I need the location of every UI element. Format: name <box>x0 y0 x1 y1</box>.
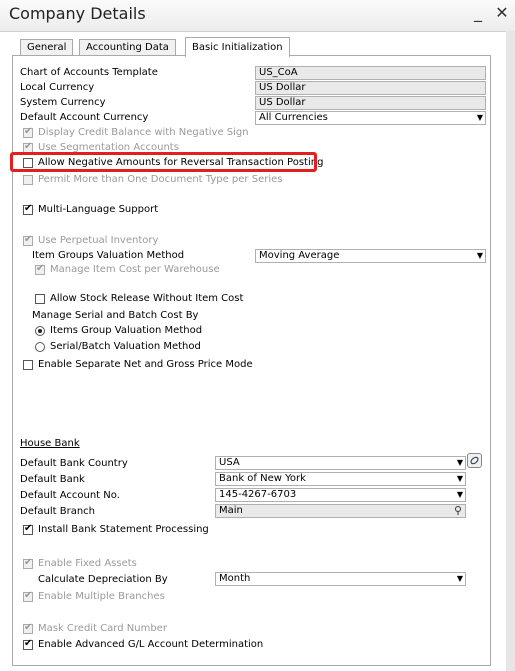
install-bank-statement-checkbox[interactable]: ✔ <box>23 523 33 535</box>
perpetual-inventory-label: Use Perpetual Inventory <box>38 235 159 246</box>
default-bank-select[interactable]: Bank of New York ▼ <box>215 472 466 486</box>
check-icon: ✔ <box>24 622 33 633</box>
highlight-box <box>10 152 317 172</box>
local-currency-label: Local Currency <box>20 82 95 93</box>
mask-credit-card-label: Mask Credit Card Number <box>38 623 167 634</box>
separate-net-gross-label: Enable Separate Net and Gross Price Mode <box>38 359 253 370</box>
window-edge <box>506 31 515 671</box>
depreciation-value: Month <box>219 573 251 584</box>
default-account-select[interactable]: 145-4267-6703 ▼ <box>215 488 466 502</box>
check-icon: ✔ <box>24 523 33 534</box>
chevron-down-icon[interactable]: ▼ <box>477 112 483 124</box>
manage-item-cost-checkbox: ✔ <box>35 263 45 275</box>
radio-items-group-label: Items Group Valuation Method <box>50 325 203 336</box>
perpetual-inventory-checkbox: ✔ <box>23 234 33 246</box>
system-currency-field: US Dollar <box>255 96 486 110</box>
manage-item-cost-label: Manage Item Cost per Warehouse <box>50 264 220 275</box>
check-icon: ✔ <box>24 203 33 214</box>
depreciation-select[interactable]: Month ▼ <box>215 572 466 586</box>
tab-accounting-data[interactable]: Accounting Data <box>79 39 176 56</box>
chevron-down-icon[interactable]: ▼ <box>457 489 463 501</box>
chart-of-accounts-label: Chart of Accounts Template <box>20 67 158 78</box>
search-icon[interactable] <box>454 505 462 520</box>
local-currency-field: US Dollar <box>255 81 486 95</box>
bank-country-select[interactable]: USA ▼ <box>215 456 466 470</box>
fixed-assets-label: Enable Fixed Assets <box>38 558 137 569</box>
serial-batch-label: Manage Serial and Batch Cost By <box>32 310 199 321</box>
default-account-currency-label: Default Account Currency <box>20 112 149 123</box>
chevron-down-icon[interactable]: ▼ <box>457 457 463 469</box>
display-credit-balance-checkbox: ✔ <box>23 126 33 138</box>
separate-net-gross-checkbox[interactable] <box>23 360 33 370</box>
close-icon[interactable]: ✕ <box>494 3 510 22</box>
item-groups-valuation-select[interactable]: Moving Average ▼ <box>255 249 486 263</box>
bank-country-label: Default Bank Country <box>20 458 128 469</box>
house-bank-header: House Bank <box>20 438 80 449</box>
minimize-icon[interactable]: _ <box>470 3 486 22</box>
permit-more-docs-checkbox <box>23 175 33 185</box>
tab-general[interactable]: General <box>20 39 74 56</box>
chevron-down-icon[interactable]: ▼ <box>457 473 463 485</box>
multiple-branches-checkbox: ✔ <box>23 590 33 602</box>
default-bank-value: Bank of New York <box>219 473 306 484</box>
bank-country-value: USA <box>219 457 240 468</box>
chart-of-accounts-field: US_CoA <box>255 66 486 80</box>
system-currency-label: System Currency <box>20 97 106 108</box>
default-account-value: 145-4267-6703 <box>219 489 297 500</box>
multiple-branches-label: Enable Multiple Branches <box>38 591 165 602</box>
default-bank-label: Default Bank <box>20 474 85 485</box>
advanced-gl-checkbox[interactable]: ✔ <box>23 638 33 650</box>
check-icon: ✔ <box>24 638 33 649</box>
default-account-label: Default Account No. <box>20 490 120 501</box>
default-account-currency-select[interactable]: All Currencies ▼ <box>255 111 486 125</box>
fixed-assets-checkbox: ✔ <box>23 557 33 569</box>
link-icon[interactable] <box>467 453 482 468</box>
install-bank-statement-label: Install Bank Statement Processing <box>38 524 209 535</box>
item-groups-valuation-value: Moving Average <box>259 250 340 261</box>
default-branch-label: Default Branch <box>20 506 95 517</box>
radio-items-group[interactable] <box>35 326 45 336</box>
check-icon: ✔ <box>24 557 33 568</box>
default-branch-value: Main <box>219 505 243 516</box>
multi-language-label: Multi-Language Support <box>38 204 159 215</box>
radio-dot <box>38 329 42 333</box>
depreciation-label: Calculate Depreciation By <box>38 574 168 585</box>
check-icon: ✔ <box>24 234 33 245</box>
permit-more-docs-label: Permit More than One Document Type per S… <box>38 174 283 185</box>
check-icon: ✔ <box>24 126 33 137</box>
default-account-currency-value: All Currencies <box>259 112 328 123</box>
item-groups-valuation-label: Item Groups Valuation Method <box>32 250 185 261</box>
radio-serial-batch-label: Serial/Batch Valuation Method <box>50 341 201 352</box>
chevron-down-icon[interactable]: ▼ <box>477 250 483 262</box>
tab-basic-initialization[interactable]: Basic Initialization <box>185 37 290 57</box>
mask-credit-card-checkbox: ✔ <box>23 622 33 634</box>
radio-serial-batch[interactable] <box>35 342 45 352</box>
display-credit-balance-label: Display Credit Balance with Negative Sig… <box>38 127 249 138</box>
window-title: Company Details <box>9 4 146 23</box>
advanced-gl-label: Enable Advanced G/L Account Determinatio… <box>38 639 264 650</box>
chevron-down-icon[interactable]: ▼ <box>457 573 463 585</box>
check-icon: ✔ <box>36 263 45 274</box>
multi-language-checkbox[interactable]: ✔ <box>23 203 33 215</box>
title-bar: Company Details _ ✕ <box>0 0 515 32</box>
allow-stock-release-label: Allow Stock Release Without Item Cost <box>50 293 244 304</box>
default-branch-field[interactable]: Main <box>215 504 466 518</box>
allow-stock-release-checkbox[interactable] <box>35 294 45 304</box>
check-icon: ✔ <box>24 590 33 601</box>
